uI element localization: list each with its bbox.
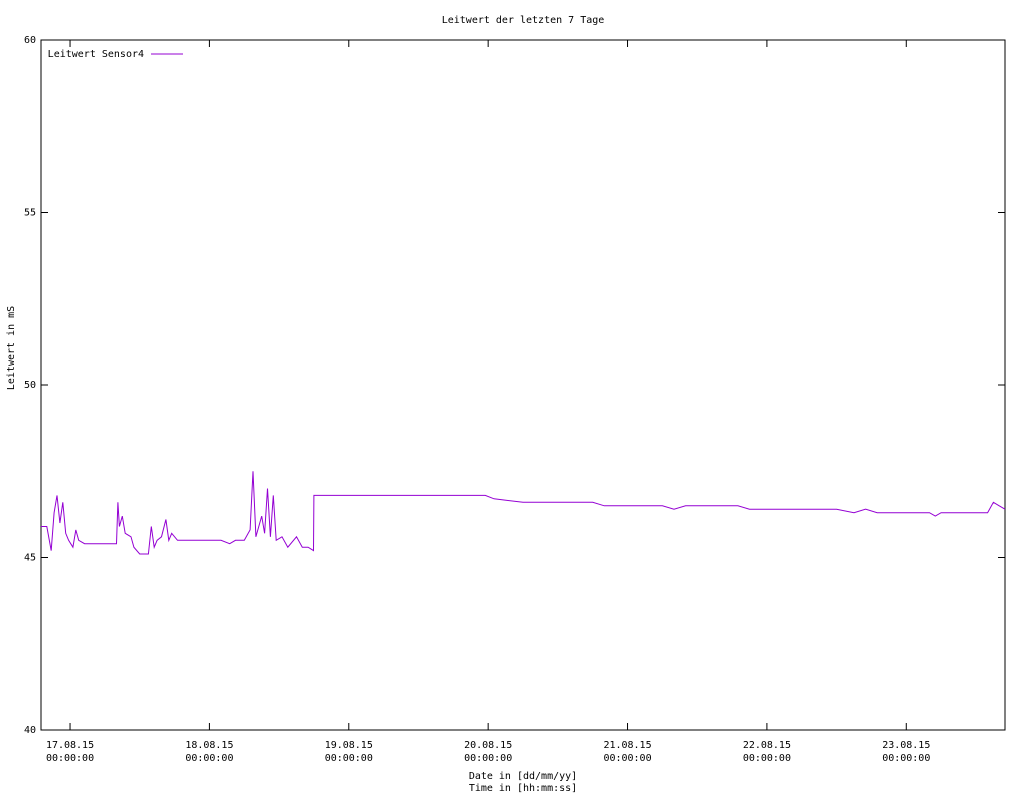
x-tick-label-date: 22.08.15 (743, 740, 791, 751)
series-line-0 (41, 471, 1006, 555)
x-tick-label-date: 18.08.15 (185, 740, 233, 751)
x-tick-label-time: 00:00:00 (603, 753, 651, 764)
y-axis-ticks: 40 45 50 55 60 (24, 35, 1005, 736)
x-tick-label-time: 00:00:00 (464, 753, 512, 764)
x-tick-label-time: 00:00:00 (46, 753, 94, 764)
series-layer (41, 471, 1006, 555)
y-tick-label: 60 (24, 35, 36, 46)
conductivity-chart: Leitwert der letzten 7 Tage Leitwert in … (6, 15, 1006, 794)
x-tick-label-time: 00:00:00 (325, 753, 373, 764)
x-axis-label-date: Date in [dd/mm/yy] (469, 771, 577, 782)
x-tick-label-date: 20.08.15 (464, 740, 512, 751)
x-axis-ticks: 17.08.15 00:00:00 18.08.15 00:00:00 19.08.15… (46, 40, 930, 764)
plot-frame (40, 39, 1006, 731)
x-tick-label-date: 23.08.15 (882, 740, 930, 751)
x-tick-label-date: 17.08.15 (46, 740, 94, 751)
y-tick-label: 55 (24, 208, 36, 219)
y-tick-label: 50 (24, 380, 36, 391)
x-tick-label-time: 00:00:00 (743, 753, 791, 764)
y-tick-label: 40 (24, 725, 36, 736)
x-tick-label-time: 00:00:00 (882, 753, 930, 764)
chart-title: Leitwert der letzten 7 Tage (442, 15, 605, 26)
x-tick-label-time: 00:00:00 (185, 753, 233, 764)
legend-label: Leitwert Sensor4 (48, 49, 144, 60)
y-axis-label: Leitwert in mS (6, 306, 17, 390)
x-axis-label-time: Time in [hh:mm:ss] (469, 783, 577, 794)
legend: Leitwert Sensor4 (48, 49, 183, 60)
y-tick-label: 45 (24, 553, 36, 564)
x-tick-label-date: 21.08.15 (603, 740, 651, 751)
x-tick-label-date: 19.08.15 (325, 740, 373, 751)
